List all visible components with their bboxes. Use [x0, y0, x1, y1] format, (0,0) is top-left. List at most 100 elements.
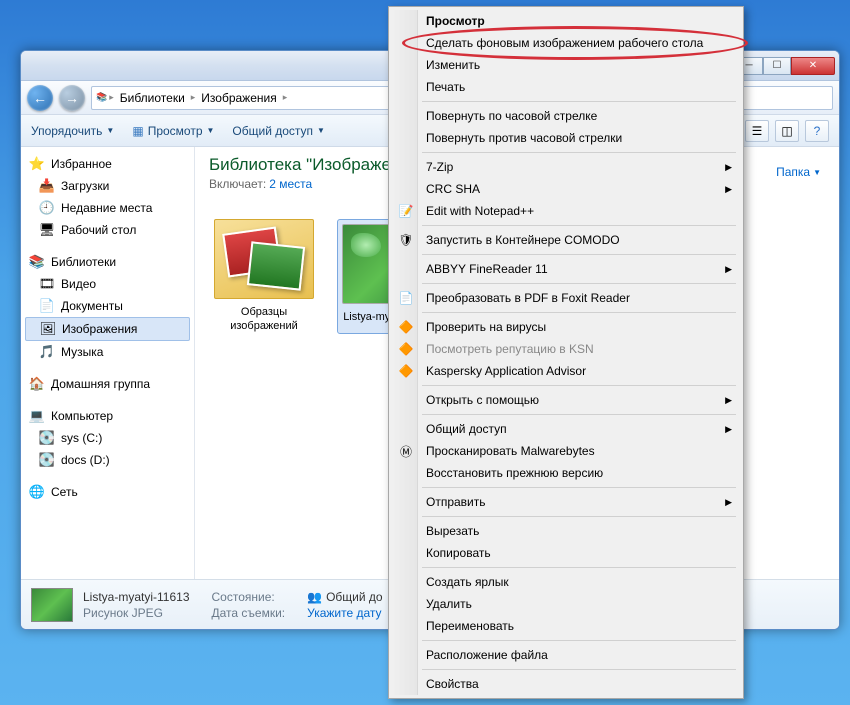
context-menu-item-label: Посмотреть репутацию в KSN — [426, 342, 594, 356]
context-menu-item[interactable]: Восстановить прежнюю версию — [392, 462, 740, 484]
context-menu-separator — [422, 312, 736, 313]
context-menu-item-icon: 🛡 — [398, 232, 414, 248]
breadcrumb-root[interactable]: Библиотеки — [116, 91, 189, 105]
submenu-arrow-icon: ▶ — [725, 395, 732, 406]
breadcrumb-sub[interactable]: Изображения — [197, 91, 280, 105]
context-menu-item-label: Просканировать Malwarebytes — [426, 444, 595, 458]
context-menu-item-label: Преобразовать в PDF в Foxit Reader — [426, 291, 630, 305]
context-menu-item-icon: 📄 — [398, 290, 414, 306]
context-menu-item-label: Открыть с помощью — [426, 393, 539, 407]
context-menu-item[interactable]: 🔶Проверить на вирусы — [392, 316, 740, 338]
context-menu-item[interactable]: Сделать фоновым изображением рабочего ст… — [392, 32, 740, 54]
sidebar-network-header[interactable]: 🌐Сеть — [21, 481, 194, 503]
context-menu-item-label: Расположение файла — [426, 648, 548, 662]
context-menu-item[interactable]: Создать ярлык — [392, 571, 740, 593]
context-menu-item-label: Восстановить прежнюю версию — [426, 466, 603, 480]
organize-menu[interactable]: Упорядочить▼ — [31, 124, 114, 138]
sidebar-item-downloads[interactable]: 📥Загрузки — [21, 175, 194, 197]
sidebar-computer-header[interactable]: 💻Компьютер — [21, 405, 194, 427]
folder-thumb-samples[interactable]: Образцы изображений — [209, 219, 319, 334]
sidebar-favorites-header[interactable]: ⭐Избранное — [21, 153, 194, 175]
context-menu-item[interactable]: Ⓜ Просканировать Malwarebytes — [392, 440, 740, 462]
context-menu-separator — [422, 414, 736, 415]
back-button[interactable]: ← — [27, 85, 53, 111]
context-menu-item-label: Запустить в Контейнере COMODO — [426, 233, 620, 247]
sidebar-item-recent[interactable]: 🕘Недавние места — [21, 197, 194, 219]
context-menu-separator — [422, 516, 736, 517]
context-menu-separator — [422, 283, 736, 284]
sidebar-item-images[interactable]: 🖼Изображения — [25, 317, 190, 341]
context-menu-item-icon: 🔶 — [398, 341, 414, 357]
context-menu-item[interactable]: Вырезать — [392, 520, 740, 542]
context-menu-item[interactable]: Повернуть по часовой стрелке — [392, 105, 740, 127]
context-menu-item-label: Переименовать — [426, 619, 514, 633]
details-date-value[interactable]: Укажите дату — [307, 606, 382, 620]
submenu-arrow-icon: ▶ — [725, 162, 732, 173]
sidebar: ⭐Избранное 📥Загрузки 🕘Недавние места 🖥Ра… — [21, 147, 195, 579]
details-type: Рисунок JPEG — [83, 606, 190, 620]
context-menu-item[interactable]: 📝Edit with Notepad++ — [392, 200, 740, 222]
context-menu-item[interactable]: 7-Zip▶ — [392, 156, 740, 178]
context-menu-item[interactable]: Свойства — [392, 673, 740, 695]
context-menu-item-icon: 🔶 — [398, 363, 414, 379]
context-menu-item[interactable]: Повернуть против часовой стрелки — [392, 127, 740, 149]
thumb-label: Образцы изображений — [209, 305, 319, 334]
context-menu-item-label: Повернуть по часовой стрелке — [426, 109, 597, 123]
forward-button[interactable]: → — [59, 85, 85, 111]
sidebar-item-sys-c[interactable]: 💽sys (C:) — [21, 427, 194, 449]
context-menu-item[interactable]: Просмотр — [392, 10, 740, 32]
context-menu-item[interactable]: Отправить▶ — [392, 491, 740, 513]
context-menu-item-label: Просмотр — [426, 14, 485, 28]
sidebar-libraries-header[interactable]: 📚Библиотеки — [21, 251, 194, 273]
library-locations-link[interactable]: 2 места — [269, 177, 312, 191]
context-menu-item-label: Удалить — [426, 597, 472, 611]
help-button[interactable]: ? — [805, 120, 829, 142]
details-date-label: Дата съемки: — [212, 606, 286, 620]
submenu-arrow-icon: ▶ — [725, 497, 732, 508]
context-menu-item-label: Вырезать — [426, 524, 479, 538]
folder-icon — [214, 219, 314, 299]
sidebar-homegroup-header[interactable]: 🏠Домашняя группа — [21, 373, 194, 395]
details-state-label: Состояние: — [212, 590, 286, 604]
context-menu-item: 🔶 Посмотреть репутацию в KSN — [392, 338, 740, 360]
arrange-by-menu[interactable]: Папка ▼ — [776, 165, 821, 179]
context-menu-item-label: Создать ярлык — [426, 575, 509, 589]
context-menu-separator — [422, 254, 736, 255]
context-menu-item[interactable]: Копировать — [392, 542, 740, 564]
context-menu-item[interactable]: Переименовать — [392, 615, 740, 637]
sidebar-item-video[interactable]: 🎞Видео — [21, 273, 194, 295]
context-menu-item[interactable]: 📄 Преобразовать в PDF в Foxit Reader — [392, 287, 740, 309]
preview-pane-button[interactable]: ◫ — [775, 120, 799, 142]
context-menu-item[interactable]: CRC SHA▶ — [392, 178, 740, 200]
sidebar-item-music[interactable]: 🎵Музыка — [21, 341, 194, 363]
context-menu-separator — [422, 669, 736, 670]
context-menu-item[interactable]: Расположение файла — [392, 644, 740, 666]
context-menu-item-icon: Ⓜ — [398, 443, 414, 459]
sidebar-item-desktop[interactable]: 🖥Рабочий стол — [21, 219, 194, 241]
context-menu-item-label: Копировать — [426, 546, 491, 560]
context-menu-separator — [422, 567, 736, 568]
sidebar-item-docs-d[interactable]: 💽docs (D:) — [21, 449, 194, 471]
context-menu-item[interactable]: Изменить — [392, 54, 740, 76]
context-menu-item-icon: 🔶 — [398, 319, 414, 335]
context-menu-item-icon: 📝 — [398, 203, 414, 219]
context-menu-item[interactable]: Удалить — [392, 593, 740, 615]
context-menu-item[interactable]: Открыть с помощью ▶ — [392, 389, 740, 411]
context-menu-separator — [422, 487, 736, 488]
context-menu: Просмотр Сделать фоновым изображением раб… — [388, 6, 744, 699]
context-menu-item[interactable]: Общий доступ▶ — [392, 418, 740, 440]
context-menu-item[interactable]: Печать — [392, 76, 740, 98]
context-menu-item[interactable]: 🛡 Запустить в Контейнере COMODO — [392, 229, 740, 251]
context-menu-item[interactable]: 🔶Kaspersky Application Advisor — [392, 360, 740, 382]
preview-menu[interactable]: ▦ Просмотр▼ — [132, 124, 214, 138]
close-button[interactable]: ✕ — [791, 57, 835, 75]
details-filename: Listya-myatyi-11613 — [83, 590, 190, 604]
context-menu-item[interactable]: ABBYY FineReader 11▶ — [392, 258, 740, 280]
context-menu-separator — [422, 640, 736, 641]
view-options-button[interactable]: ☰ — [745, 120, 769, 142]
share-menu[interactable]: Общий доступ▼ — [232, 124, 325, 138]
library-icon: 📚 — [96, 92, 107, 103]
maximize-button[interactable]: ☐ — [763, 57, 791, 75]
sidebar-item-documents[interactable]: 📄Документы — [21, 295, 194, 317]
context-menu-item-label: Изменить — [426, 58, 480, 72]
